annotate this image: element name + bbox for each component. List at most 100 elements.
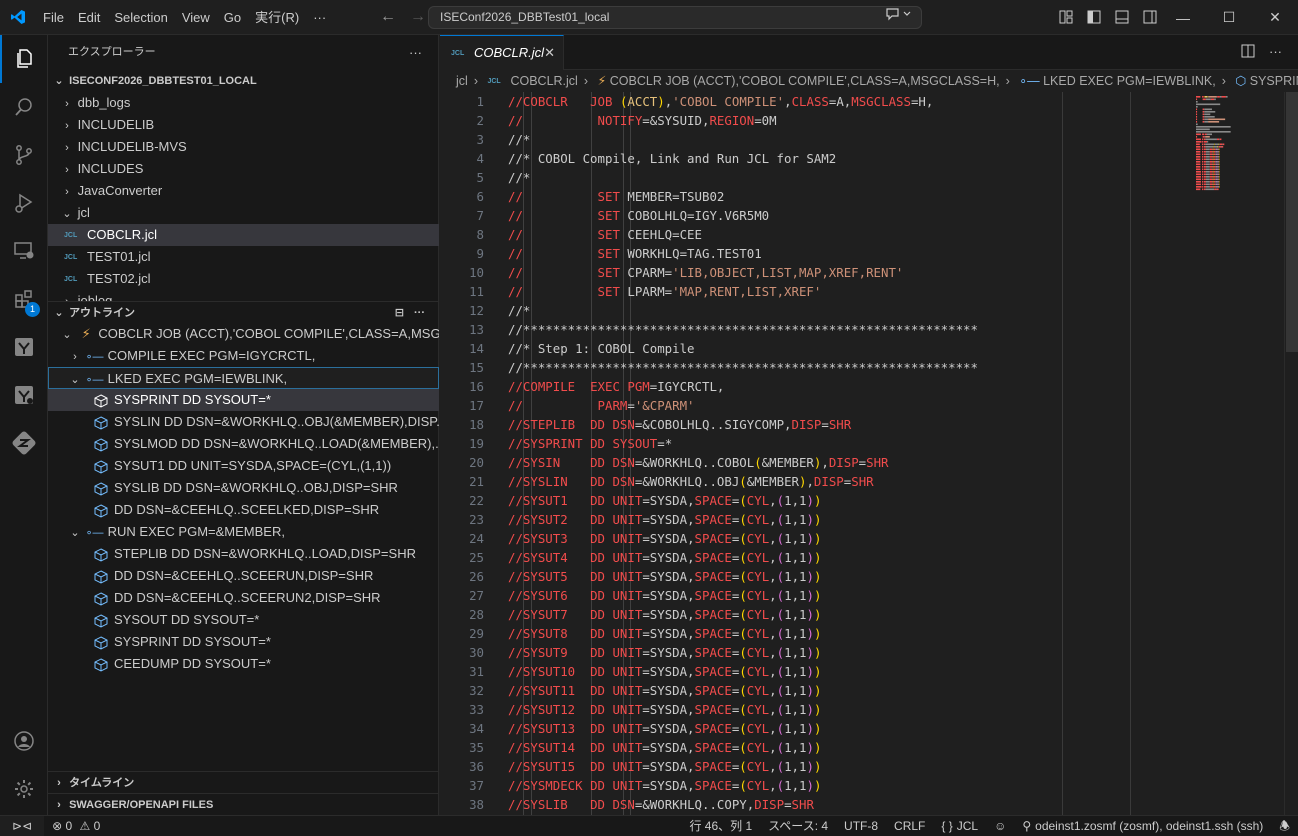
zowe-explorer-icon[interactable]	[0, 323, 48, 371]
tree-folder-includes[interactable]: › INCLUDES	[48, 158, 439, 180]
breadcrumb-folder[interactable]: jcl	[456, 74, 468, 88]
extensions-icon[interactable]: 1	[0, 275, 48, 323]
outline-dd-syslmod[interactable]: SYSLMOD DD DSN=&WORKHLQ..LOAD(&MEMBER),.…	[48, 433, 439, 455]
tab-cobclr-jcl[interactable]: JCL COBCLR.jcl ✕	[440, 35, 564, 70]
scrollbar-thumb[interactable]	[1286, 92, 1298, 352]
code-line[interactable]: //SYSUT11 DD UNIT=SYSDA,SPACE=(CYL,(1,1)…	[508, 681, 821, 700]
code-line[interactable]: //SYSUT15 DD UNIT=SYSDA,SPACE=(CYL,(1,1)…	[508, 757, 821, 776]
code-line[interactable]: //**************************************…	[508, 358, 978, 377]
code-line[interactable]: // PARM='&CPARM'	[508, 396, 695, 415]
outline-dd-syslin[interactable]: SYSLIN DD DSN=&WORKHLQ..OBJ(&MEMBER),DIS…	[48, 411, 439, 433]
code-line[interactable]: //*	[508, 168, 530, 187]
outline-header[interactable]: ⌄ アウトライン ⊟ ···	[48, 301, 439, 323]
maximize-icon[interactable]: ☐	[1206, 0, 1252, 35]
outline-dd-sysut1[interactable]: SYSUT1 DD UNIT=SYSDA,SPACE=(CYL,(1,1))	[48, 455, 439, 477]
close-tab-icon[interactable]: ✕	[544, 36, 555, 70]
code-line[interactable]: // NOTIFY=&SYSUID,REGION=0M	[508, 111, 777, 130]
forward-arrow-icon[interactable]: →	[410, 8, 426, 26]
explorer-icon[interactable]	[0, 35, 48, 83]
code-line[interactable]: //SYSUT14 DD UNIT=SYSDA,SPACE=(CYL,(1,1)…	[508, 738, 821, 757]
toggle-panel-icon[interactable]	[1114, 9, 1130, 25]
source-control-icon[interactable]	[0, 131, 48, 179]
outline-dd-ceedump[interactable]: CEEDUMP DD SYSOUT=*	[48, 653, 439, 675]
menu-edit[interactable]: Edit	[71, 0, 107, 35]
code-line[interactable]: // SET WORKHLQ=TAG.TEST01	[508, 244, 762, 263]
tree-folder-javaconverter[interactable]: › JavaConverter	[48, 180, 439, 202]
zapp-icon[interactable]	[0, 419, 48, 467]
code-line[interactable]: //SYSUT4 DD UNIT=SYSDA,SPACE=(CYL,(1,1))	[508, 548, 821, 567]
end-of-line[interactable]: CRLF	[886, 816, 933, 836]
tree-folder-dbb-logs[interactable]: › dbb_logs	[48, 92, 439, 114]
accounts-icon[interactable]	[0, 717, 48, 765]
outline-dd-syslib[interactable]: SYSLIB DD DSN=&WORKHLQ..OBJ,DISP=SHR	[48, 477, 439, 499]
minimap[interactable]	[1194, 92, 1274, 232]
breadcrumb-job[interactable]: COBCLR JOB (ACCT),'COBOL COMPILE',CLASS=…	[610, 74, 1000, 88]
code-line[interactable]: //SYSUT3 DD UNIT=SYSDA,SPACE=(CYL,(1,1))	[508, 529, 821, 548]
code-line[interactable]: //SYSUT8 DD UNIT=SYSDA,SPACE=(CYL,(1,1))	[508, 624, 821, 643]
customize-layout-icon[interactable]	[1058, 9, 1074, 25]
menu-more[interactable]: ···	[306, 0, 333, 35]
notifications-bell-icon[interactable]: 🕭	[1271, 816, 1298, 836]
code-line[interactable]: //SYSUT13 DD UNIT=SYSDA,SPACE=(CYL,(1,1)…	[508, 719, 821, 738]
collapse-all-icon[interactable]: ⊟	[395, 302, 404, 324]
workspace-root[interactable]: ⌄ ISECONF2026_DBBTEST01_LOCAL	[48, 70, 439, 92]
encoding[interactable]: UTF-8	[836, 816, 886, 836]
code-line[interactable]: //SYSUT7 DD UNIT=SYSDA,SPACE=(CYL,(1,1))	[508, 605, 821, 624]
outline-job[interactable]: ⌄ ⚡ COBCLR JOB (ACCT),'COBOL COMPILE',CL…	[48, 323, 439, 345]
outline-dd-sceelked[interactable]: DD DSN=&CEEHLQ..SCEELKED,DISP=SHR	[48, 499, 439, 521]
code-editor[interactable]: 1//COBCLR JOB (ACCT),'COBOL COMPILE',CLA…	[440, 92, 1298, 815]
code-line[interactable]: //SYSUT12 DD UNIT=SYSDA,SPACE=(CYL,(1,1)…	[508, 700, 821, 719]
tree-folder-jcl[interactable]: ⌄ jcl	[48, 202, 439, 224]
code-line[interactable]: //STEPLIB DD DSN=&COBOLHLQ..SIGYCOMP,DIS…	[508, 415, 851, 434]
code-line[interactable]: //SYSIN DD DSN=&WORKHLQ..COBOL(&MEMBER),…	[508, 453, 889, 472]
outline-dd-run-sysprint[interactable]: SYSPRINT DD SYSOUT=*	[48, 631, 439, 653]
run-debug-icon[interactable]	[0, 179, 48, 227]
chat-icon[interactable]	[885, 7, 913, 28]
code-line[interactable]: // SET COBOLHLQ=IGY.V6R5M0	[508, 206, 769, 225]
tree-folder-joblog[interactable]: › joblog	[48, 290, 439, 301]
menu-selection[interactable]: Selection	[107, 0, 174, 35]
tree-file-test02-jcl[interactable]: JCL TEST02.jcl	[48, 268, 439, 290]
outline-dd-sysprint[interactable]: SYSPRINT DD SYSOUT=*	[48, 389, 439, 411]
code-line[interactable]: // SET MEMBER=TSUB02	[508, 187, 724, 206]
minimize-icon[interactable]: —	[1160, 0, 1206, 35]
code-line[interactable]: //* COBOL Compile, Link and Run JCL for …	[508, 149, 836, 168]
code-line[interactable]: // SET CEEHLQ=CEE	[508, 225, 702, 244]
code-line[interactable]: //SYSPRINT DD SYSOUT=*	[508, 434, 672, 453]
toggle-primary-sidebar-icon[interactable]	[1086, 9, 1102, 25]
tree-folder-includelib-mvs[interactable]: › INCLUDELIB-MVS	[48, 136, 439, 158]
swagger-header[interactable]: › SWAGGER/OPENAPI FILES	[48, 793, 439, 815]
language-mode[interactable]: { } JCL	[933, 816, 986, 836]
code-line[interactable]: //COMPILE EXEC PGM=IGYCRCTL,	[508, 377, 724, 396]
code-line[interactable]: //SYSUT6 DD UNIT=SYSDA,SPACE=(CYL,(1,1))	[508, 586, 821, 605]
timeline-header[interactable]: › タイムライン	[48, 771, 439, 793]
code-line[interactable]: // SET CPARM='LIB,OBJECT,LIST,MAP,XREF,R…	[508, 263, 903, 282]
settings-gear-icon[interactable]	[0, 765, 48, 813]
tree-file-cobclr-jcl[interactable]: JCL COBCLR.jcl	[48, 224, 439, 246]
copilot-icon[interactable]: ☺	[986, 816, 1014, 836]
menu-go[interactable]: Go	[217, 0, 248, 35]
back-arrow-icon[interactable]: ←	[380, 8, 396, 26]
code-line[interactable]: //SYSMDECK DD UNIT=SYSDA,SPACE=(CYL,(1,1…	[508, 776, 821, 795]
close-window-icon[interactable]: ✕	[1252, 0, 1298, 35]
code-line[interactable]: //* Step 1: COBOL Compile	[508, 339, 695, 358]
code-line[interactable]: //*	[508, 130, 530, 149]
code-line[interactable]: //COBCLR JOB (ACCT),'COBOL COMPILE',CLAS…	[508, 92, 933, 111]
menu-view[interactable]: View	[175, 0, 217, 35]
tree-folder-includelib[interactable]: › INCLUDELIB	[48, 114, 439, 136]
code-line[interactable]: //SYSUT5 DD UNIT=SYSDA,SPACE=(CYL,(1,1))	[508, 567, 821, 586]
outline-step-compile[interactable]: › ∘— COMPILE EXEC PGM=IGYCRCTL,	[48, 345, 439, 367]
remote-indicator-icon[interactable]: ⊳⊲	[0, 816, 45, 836]
code-line[interactable]: //SYSUT10 DD UNIT=SYSDA,SPACE=(CYL,(1,1)…	[508, 662, 821, 681]
outline-dd-sysout[interactable]: SYSOUT DD SYSOUT=*	[48, 609, 439, 631]
code-line[interactable]: //SYSUT9 DD UNIT=SYSDA,SPACE=(CYL,(1,1))	[508, 643, 821, 662]
toggle-secondary-sidebar-icon[interactable]	[1142, 9, 1158, 25]
split-editor-icon[interactable]	[1241, 44, 1255, 61]
explorer-more-icon[interactable]: ···	[409, 35, 422, 70]
menu-run[interactable]: 実行(R)	[248, 0, 306, 35]
outline-dd-steplib[interactable]: STEPLIB DD DSN=&WORKHLQ..LOAD,DISP=SHR	[48, 543, 439, 565]
search-icon[interactable]	[0, 83, 48, 131]
code-line[interactable]: //SYSLIB DD DSN=&WORKHLQ..COPY,DISP=SHR	[508, 795, 814, 814]
outline-dd-sceerun2[interactable]: DD DSN=&CEEHLQ..SCEERUN2,DISP=SHR	[48, 587, 439, 609]
remote-connections[interactable]: ⚲ odeinst1.zosmf (zosmf), odeinst1.ssh (s…	[1014, 816, 1271, 836]
